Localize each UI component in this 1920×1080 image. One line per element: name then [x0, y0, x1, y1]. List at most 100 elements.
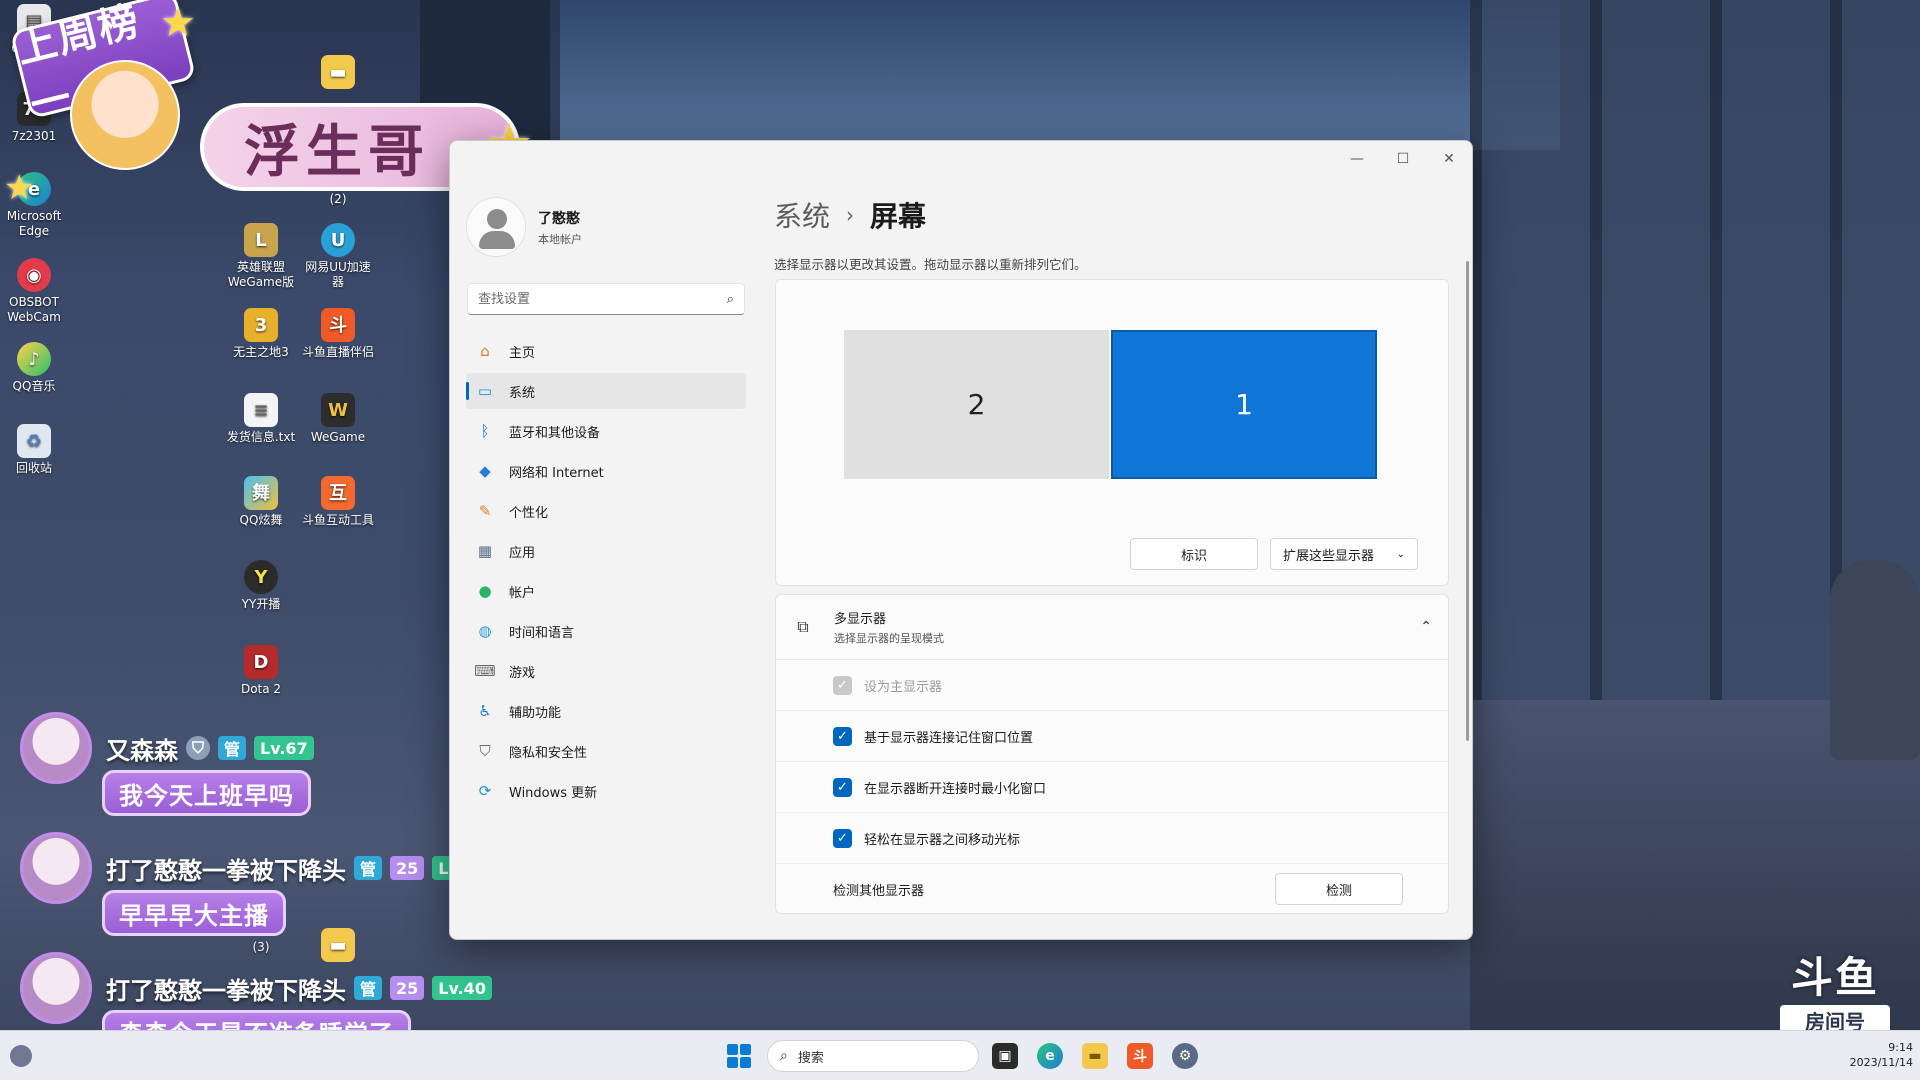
douyu-icon[interactable]: 斗: [1127, 1043, 1153, 1069]
maximize-button[interactable]: ☐: [1380, 141, 1426, 177]
option-ease-cursor-movement[interactable]: ✓ 轻松在显示器之间移动光标: [776, 813, 1448, 864]
desktop-icon[interactable]: 3 无主之地3: [223, 308, 299, 360]
main-display-checkbox: ✓: [833, 675, 852, 695]
anime-avatar: [70, 60, 180, 170]
level-badge: Lv.67: [254, 736, 314, 760]
option-remember-window-locations[interactable]: ✓ 基于显示器连接记住窗口位置: [776, 711, 1448, 762]
home-icon: ⌂: [480, 342, 490, 360]
sidebar-item-accessibility[interactable]: ♿ 辅助功能: [466, 693, 746, 729]
system-clock[interactable]: 9:14 2023/11/14: [1818, 1040, 1913, 1070]
monitor-arrangement: 2 1 标识 扩展这些显示器 ⌄: [775, 279, 1449, 586]
desktop-icon[interactable]: 斗 斗鱼直播伴侣: [300, 308, 376, 360]
sidebar-item-time-language[interactable]: ◍ 时间和语言: [466, 613, 746, 649]
sidebar-item-system[interactable]: ▭ 系统: [466, 373, 746, 409]
identify-button[interactable]: 标识: [1130, 538, 1258, 570]
chat-message: 我今天上班早吗: [102, 770, 311, 816]
desktop-icon-label: 回收站: [15, 461, 52, 475]
search-input[interactable]: [478, 291, 727, 307]
chat-avatar: [20, 712, 92, 784]
detect-displays-row: 检测其他显示器 检测: [776, 864, 1448, 913]
desktop-icon[interactable]: ≡ 发货信息.txt: [223, 393, 299, 445]
desktop-icon[interactable]: ♻ 回收站: [0, 424, 72, 476]
wallpaper-window: [1470, 0, 1920, 700]
multi-monitor-icon: ⧉: [797, 617, 809, 636]
desktop-icon[interactable]: D Dota 2: [223, 645, 299, 697]
display-mode-dropdown[interactable]: 扩展这些显示器 ⌄: [1270, 538, 1418, 570]
clock-time: 9:14: [1888, 1041, 1913, 1054]
windows-logo-icon: [727, 1057, 738, 1068]
desktop-icon-label: QQ音乐: [12, 379, 56, 393]
guard-badge: 管: [218, 736, 247, 760]
desktop-icon[interactable]: U 网易UU加速器: [300, 223, 376, 290]
monitor-2[interactable]: 2: [844, 330, 1109, 479]
sidebar-item-personalization[interactable]: ✎ 个性化: [466, 493, 746, 529]
desktop-icon[interactable]: ◉ OBSBOT WebCam: [0, 258, 72, 325]
webcam-icon: ◉: [17, 258, 51, 292]
chat-avatar: [20, 952, 92, 1024]
remember-window-checkbox[interactable]: ✓: [833, 726, 852, 746]
desktop-icon-label: 网易UU加速器: [305, 260, 371, 289]
desktop-icon[interactable]: L 英雄联盟 WeGame版: [223, 223, 299, 290]
wifi-icon: ◆: [479, 462, 491, 480]
sidebar-item-apps[interactable]: ▦ 应用: [466, 533, 746, 569]
search-icon: ⌕: [780, 1048, 788, 1064]
multiple-displays-header[interactable]: ⧉ 多显示器 选择显示器的呈现模式 ⌃: [776, 595, 1448, 660]
file-explorer-icon[interactable]: ▬: [1082, 1043, 1108, 1069]
uu-icon: U: [321, 223, 355, 257]
taskbar-search[interactable]: ⌕ 搜索: [767, 1040, 979, 1072]
close-icon: ✕: [1443, 151, 1455, 167]
option-label: 在显示器断开连接时最小化窗口: [864, 781, 1047, 797]
desktop-icon-label: 发货信息.txt: [226, 430, 296, 444]
avatar: [466, 197, 526, 257]
monitor-1[interactable]: 1: [1111, 330, 1377, 479]
settings-search[interactable]: ⌕: [467, 283, 745, 315]
chevron-up-icon[interactable]: ⌃: [1420, 619, 1432, 635]
star-icon: ★: [4, 168, 35, 208]
user-profile[interactable]: 了憨憨 本地帐户: [466, 197, 582, 257]
widgets-icon[interactable]: [10, 1045, 32, 1067]
desktop-icon[interactable]: Y YY开播: [223, 560, 299, 612]
desktop-icon[interactable]: W WeGame: [300, 393, 376, 445]
scrollbar[interactable]: [1466, 261, 1469, 741]
chat-message: 早早早大主播: [102, 890, 286, 936]
breadcrumb-parent[interactable]: 系统: [774, 195, 830, 235]
detect-label: 检测其他显示器: [833, 884, 925, 899]
borderlands-icon: 3: [244, 308, 278, 342]
gear-icon[interactable]: ⚙: [1172, 1043, 1198, 1069]
sidebar-item-label: 隐私和安全性: [509, 745, 588, 761]
section-title: 多显示器: [834, 612, 887, 627]
desktop-icon[interactable]: 互 斗鱼互动工具: [300, 476, 376, 528]
minimize-windows-checkbox[interactable]: ✓: [833, 777, 852, 797]
douyu-icon: 斗: [321, 308, 355, 342]
desktop-icon-label: QQ炫舞: [239, 513, 283, 527]
sidebar-item-home[interactable]: ⌂ 主页: [466, 333, 746, 369]
cursor-movement-checkbox[interactable]: ✓: [833, 828, 852, 848]
desktop-icon[interactable]: 舞 QQ炫舞: [223, 476, 299, 528]
sidebar-item-label: 系统: [509, 385, 536, 401]
wallpaper-sky: [560, 0, 1560, 150]
sidebar-item-windows-update[interactable]: ⟳ Windows 更新: [466, 773, 746, 809]
sidebar-item-label: 主页: [509, 345, 536, 361]
windows-logo-icon: [727, 1044, 738, 1055]
sidebar-item-privacy[interactable]: ⛉ 隐私和安全性: [466, 733, 746, 769]
sidebar-item-bluetooth[interactable]: ᛒ 蓝牙和其他设备: [466, 413, 746, 449]
taskbar-search-label: 搜索: [797, 1050, 824, 1066]
sidebar-item-label: 游戏: [509, 665, 536, 681]
detect-button[interactable]: 检测: [1275, 873, 1403, 905]
option-minimize-on-disconnect[interactable]: ✓ 在显示器断开连接时最小化窗口: [776, 762, 1448, 813]
desktop-icon[interactable]: ♪ QQ音乐: [0, 342, 72, 394]
task-view-icon[interactable]: ▣: [992, 1043, 1018, 1069]
sidebar-item-label: 蓝牙和其他设备: [509, 425, 601, 441]
minimize-button[interactable]: —: [1334, 141, 1380, 177]
start-button[interactable]: [727, 1044, 751, 1068]
sidebar-item-network[interactable]: ◆ 网络和 Internet: [466, 453, 746, 489]
sidebar-item-accounts[interactable]: ● 帐户: [466, 573, 746, 609]
account-type: 本地帐户: [538, 232, 582, 246]
chat-username: 打了憨憨一拳被下降头: [106, 856, 346, 885]
close-button[interactable]: ✕: [1426, 141, 1472, 177]
sidebar-item-gaming[interactable]: ⌨ 游戏: [466, 653, 746, 689]
globe-icon: ◍: [478, 622, 492, 640]
edge-icon[interactable]: e: [1037, 1043, 1063, 1069]
display-mode-value: 扩展这些显示器: [1283, 548, 1375, 564]
desktop-icon-label: OBSBOT WebCam: [7, 295, 61, 324]
